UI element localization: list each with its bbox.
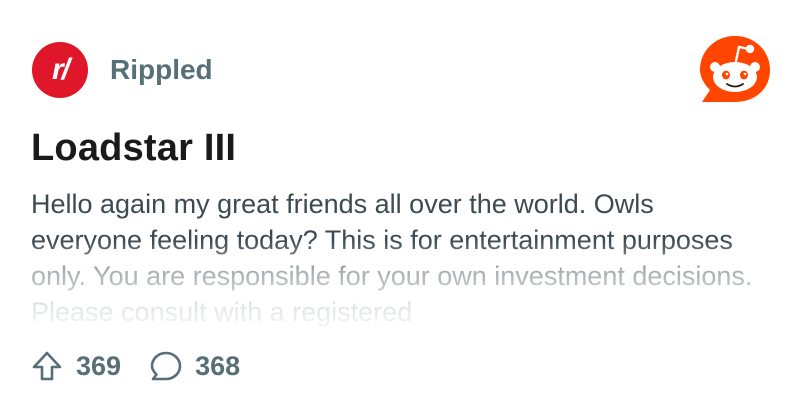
post-header: r/ Rippled [32, 42, 213, 98]
subreddit-name[interactable]: Rippled [110, 54, 213, 86]
post-title[interactable]: Loadstar III [31, 127, 236, 170]
upvote-arrow-icon[interactable] [30, 349, 64, 383]
comment-count: 368 [195, 350, 241, 381]
post-stats: 369 368 [30, 346, 268, 386]
upvote-count: 369 [76, 350, 122, 381]
comment-bubble-icon[interactable] [149, 349, 183, 383]
reddit-snoo-icon[interactable] [698, 34, 772, 104]
post-body-text: Hello again my great friends all over th… [31, 189, 753, 327]
comment-stat[interactable]: 368 [149, 349, 240, 383]
post-body-preview[interactable]: Hello again my great friends all over th… [31, 186, 771, 328]
upvote-stat[interactable]: 369 [30, 349, 121, 383]
post-card[interactable]: r/ Rippled Loadstar III Hello again my g… [0, 0, 800, 419]
subreddit-avatar[interactable]: r/ [32, 42, 88, 98]
subreddit-avatar-text: r/ [51, 53, 70, 86]
